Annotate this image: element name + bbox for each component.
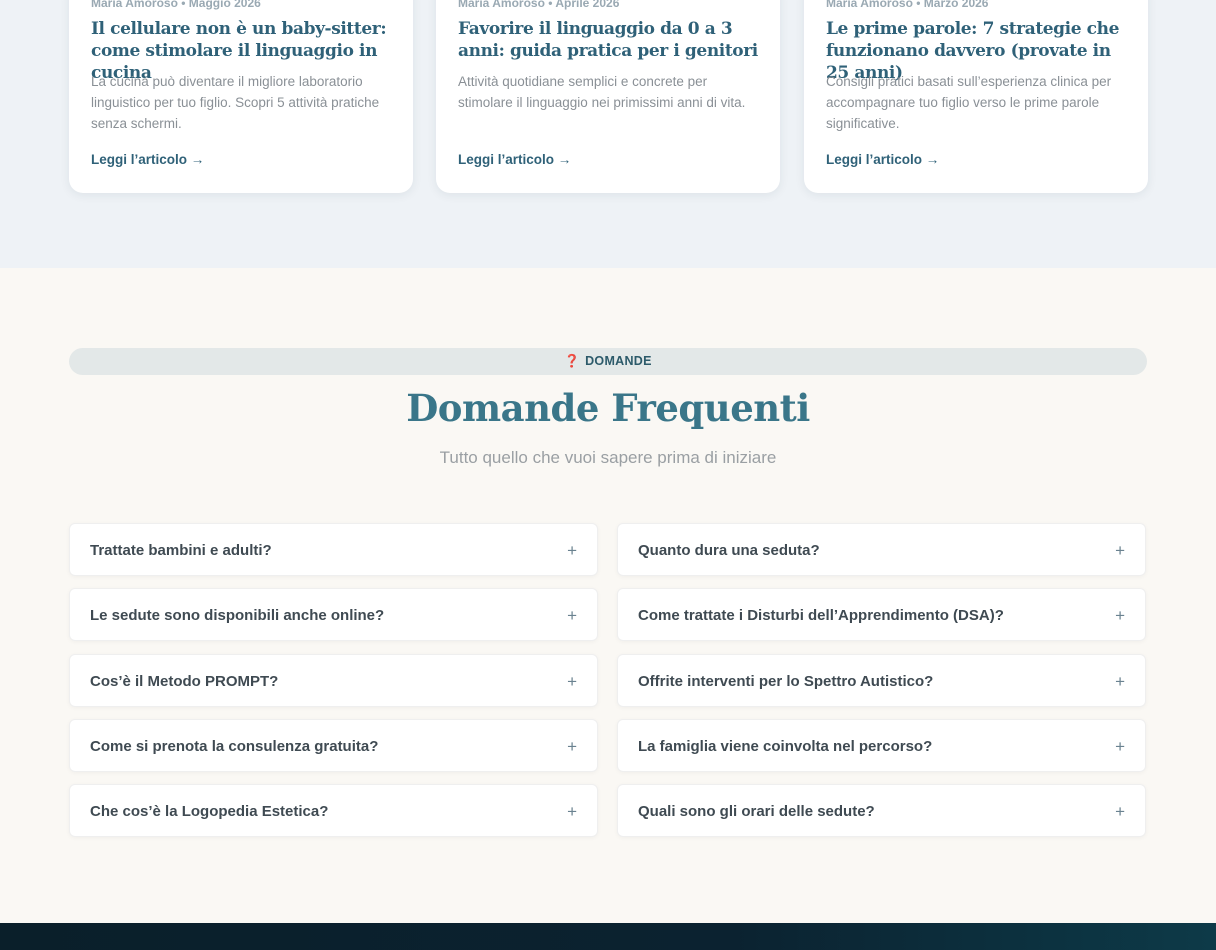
- faq-question-text: Le sedute sono disponibili anche online?: [90, 607, 385, 624]
- card-excerpt: Consigli pratici basati sull’esperienza …: [826, 74, 1112, 131]
- card-meta: Maria Amoroso • Aprile 2026: [458, 0, 620, 10]
- faq-eyebrow-badge: ❓ DOMANDE: [69, 348, 1147, 375]
- faq-question[interactable]: La famiglia viene coinvolta nel percorso…: [617, 719, 1146, 772]
- blog-section: Maria Amoroso • Maggio 2026 Il cellulare…: [0, 0, 1216, 268]
- faq-question[interactable]: Le sedute sono disponibili anche online?…: [69, 588, 598, 641]
- faq-question-text: La famiglia viene coinvolta nel percorso…: [638, 738, 933, 755]
- plus-icon[interactable]: +: [1115, 524, 1125, 577]
- footer-top-edge: [0, 923, 1216, 950]
- faq-question-text: Come trattate i Disturbi dell’Apprendime…: [638, 607, 1004, 624]
- card-meta: Maria Amoroso • Marzo 2026: [826, 0, 989, 10]
- card-excerpt: La cucina può diventare il migliore labo…: [91, 74, 380, 131]
- question-mark-icon: ❓: [564, 354, 581, 368]
- faq-question-text: Come si prenota la consulenza gratuita?: [90, 738, 379, 755]
- card-title[interactable]: Favorire il linguaggio da 0 a 3 anni: gu…: [458, 18, 760, 62]
- faq-question-text: Offrite interventi per lo Spettro Autist…: [638, 673, 934, 690]
- faq-subtitle: Tutto quello che vuoi sapere prima di in…: [439, 448, 777, 467]
- plus-icon[interactable]: +: [1115, 785, 1125, 838]
- faq-question[interactable]: Offrite interventi per lo Spettro Autist…: [617, 654, 1146, 707]
- plus-icon[interactable]: +: [567, 720, 577, 773]
- plus-icon[interactable]: +: [1115, 655, 1125, 708]
- faq-question-text: Quanto dura una seduta?: [638, 542, 820, 559]
- faq-question[interactable]: Quanto dura una seduta? +: [617, 523, 1146, 576]
- blog-card: Maria Amoroso • Maggio 2026 Il cellulare…: [69, 0, 413, 193]
- plus-icon[interactable]: +: [567, 655, 577, 708]
- faq-question[interactable]: Quali sono gli orari delle sedute? +: [617, 784, 1146, 837]
- read-article-link[interactable]: Leggi l’articolo →: [458, 152, 571, 167]
- faq-question-text: Trattate bambini e adulti?: [90, 542, 272, 559]
- blog-card: Maria Amoroso • Aprile 2026 Favorire il …: [436, 0, 780, 193]
- faq-question-text: Quali sono gli orari delle sedute?: [638, 803, 875, 820]
- faq-section: ❓ DOMANDE Domande Frequenti Tutto quello …: [0, 268, 1216, 923]
- faq-question-text: Che cos’è la Logopedia Estetica?: [90, 803, 329, 820]
- plus-icon[interactable]: +: [1115, 720, 1125, 773]
- faq-question[interactable]: Cos’è il Metodo PROMPT? +: [69, 654, 598, 707]
- eyebrow-label: DOMANDE: [585, 354, 652, 368]
- read-article-link[interactable]: Leggi l’articolo →: [826, 152, 939, 167]
- faq-question[interactable]: Come trattate i Disturbi dell’Apprendime…: [617, 588, 1146, 641]
- plus-icon[interactable]: +: [567, 524, 577, 577]
- plus-icon[interactable]: +: [567, 589, 577, 642]
- plus-icon[interactable]: +: [567, 785, 577, 838]
- blog-card: Maria Amoroso • Marzo 2026 Le prime paro…: [804, 0, 1148, 193]
- plus-icon[interactable]: +: [1115, 589, 1125, 642]
- faq-question-text: Cos’è il Metodo PROMPT?: [90, 673, 279, 690]
- read-article-link[interactable]: Leggi l’articolo →: [91, 152, 204, 167]
- faq-heading: Domande Frequenti: [406, 386, 810, 430]
- faq-question[interactable]: Come si prenota la consulenza gratuita? …: [69, 719, 598, 772]
- faq-question[interactable]: Che cos’è la Logopedia Estetica? +: [69, 784, 598, 837]
- card-excerpt: Attività quotidiane semplici e concrete …: [458, 74, 746, 110]
- card-meta: Maria Amoroso • Maggio 2026: [91, 0, 261, 10]
- faq-question[interactable]: Trattate bambini e adulti? +: [69, 523, 598, 576]
